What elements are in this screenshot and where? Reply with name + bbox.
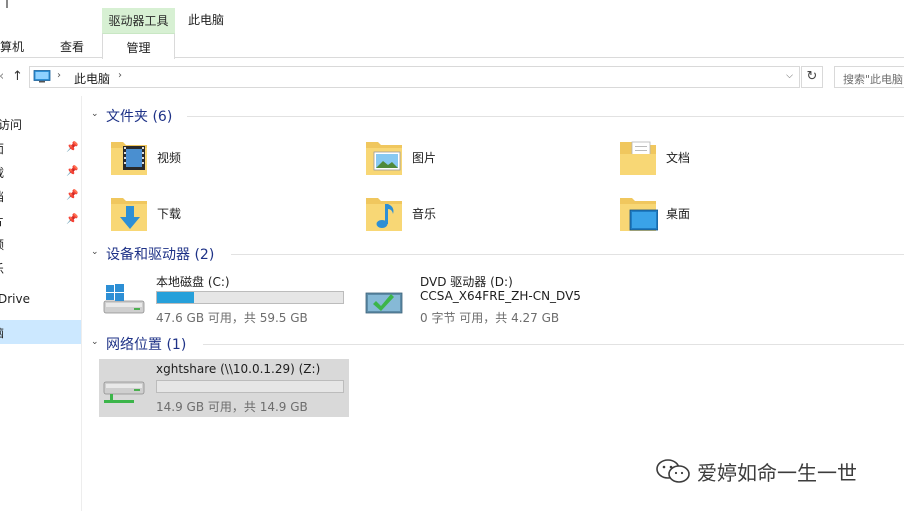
- group-title: 网络位置 (1): [106, 337, 187, 353]
- breadcrumb-separator-icon[interactable]: ›: [118, 70, 122, 81]
- pin-icon[interactable]: 📌: [66, 190, 78, 201]
- nav-item-this-pc[interactable]: 脑: [0, 324, 4, 341]
- drive-name: 本地磁盘 (C:): [156, 275, 230, 289]
- collapse-chevron-icon[interactable]: ⌄: [91, 247, 99, 257]
- up-arrow-icon[interactable]: ↑: [12, 69, 23, 84]
- title-bar: [0, 0, 904, 8]
- disk-usage-fill: [157, 292, 195, 303]
- wechat-logo-icon: [656, 459, 690, 483]
- nav-item-desktop[interactable]: 面: [0, 140, 4, 157]
- network-drive-icon: [103, 381, 145, 403]
- nav-item-music[interactable]: 乐: [0, 260, 4, 277]
- pin-icon[interactable]: 📌: [66, 166, 78, 177]
- folder-label: 桌面: [666, 207, 691, 221]
- drive-tools-group: 驱动器工具: [102, 8, 175, 33]
- tab-manage-label: 管理: [126, 41, 151, 55]
- folder-label: 视频: [157, 151, 182, 165]
- folder-tile-videos[interactable]: 视频: [109, 134, 289, 182]
- breadcrumb-separator-icon[interactable]: ›: [57, 70, 61, 81]
- collapse-chevron-icon[interactable]: ⌄: [91, 337, 99, 347]
- folder-tile-music[interactable]: 音乐: [364, 190, 544, 238]
- search-placeholder: 搜索"此电脑": [843, 73, 904, 86]
- drive-free-space: 14.9 GB 可用，共 14.9 GB: [156, 400, 308, 414]
- disk-usage-bar: [156, 380, 344, 393]
- drive-name: xghtshare (\\10.0.1.29) (Z:): [156, 362, 321, 376]
- videos-folder-icon: [111, 142, 147, 175]
- tab-computer[interactable]: 计算机: [0, 38, 24, 55]
- group-header-network[interactable]: ⌄ 网络位置 (1): [91, 334, 904, 354]
- dvd-drive-icon: [365, 292, 403, 314]
- file-explorer-window: 驱动器工具 此电脑 计算机 查看 管理 ‹ ↑ › 此电脑 › ⌵ ↻ 搜索"此…: [0, 0, 904, 511]
- folder-label: 音乐: [412, 207, 437, 221]
- breadcrumb-this-pc[interactable]: 此电脑: [74, 70, 110, 87]
- disk-usage-bar: [156, 291, 344, 304]
- pin-icon[interactable]: 📌: [66, 214, 78, 225]
- group-divider: [187, 116, 904, 117]
- forward-chevron-icon[interactable]: ‹: [0, 69, 4, 84]
- folder-tile-documents[interactable]: 文档: [618, 134, 798, 182]
- folder-label: 文档: [666, 151, 691, 165]
- group-title: 文件夹 (6): [106, 109, 173, 125]
- group-divider: [203, 344, 904, 345]
- wechat-watermark: 爱婷如命一生一世: [655, 457, 857, 485]
- address-bar[interactable]: › 此电脑 › ⌵: [29, 66, 800, 88]
- nav-item-onedrive[interactable]: Drive: [0, 292, 30, 306]
- nav-selection-highlight: [0, 320, 81, 344]
- drive-tile-z[interactable]: xghtshare (\\10.0.1.29) (Z:) 14.9 GB 可用，…: [100, 362, 350, 414]
- search-input[interactable]: 搜索"此电脑": [834, 66, 904, 88]
- group-header-folders[interactable]: ⌄ 文件夹 (6): [91, 106, 904, 126]
- pictures-folder-icon: [366, 142, 402, 175]
- downloads-folder-icon: [111, 198, 147, 231]
- drive-name: DVD 驱动器 (D:): [420, 275, 513, 289]
- tab-view[interactable]: 查看: [60, 38, 84, 55]
- collapse-chevron-icon[interactable]: ⌄: [91, 109, 99, 119]
- pin-icon[interactable]: 📌: [66, 142, 78, 153]
- documents-folder-icon: [620, 141, 656, 175]
- address-dropdown-icon[interactable]: ⌵: [786, 71, 793, 81]
- window-title: 此电脑: [188, 13, 225, 27]
- drive-tile-c[interactable]: 本地磁盘 (C:) 47.6 GB 可用，共 59.5 GB: [100, 273, 350, 325]
- nav-item-videos[interactable]: 频: [0, 236, 4, 253]
- ribbon: 驱动器工具 此电脑 计算机 查看 管理: [0, 8, 904, 59]
- quick-access-toolbar[interactable]: [6, 0, 8, 8]
- this-pc-icon: [33, 70, 51, 83]
- drive-free-space: 47.6 GB 可用，共 59.5 GB: [156, 311, 308, 325]
- local-disk-icon: [103, 284, 145, 314]
- folder-label: 下载: [157, 207, 182, 221]
- folder-tile-pictures[interactable]: 图片: [364, 134, 544, 182]
- folder-tile-desktop[interactable]: 桌面: [618, 190, 798, 238]
- address-row: ‹ ↑ › 此电脑 › ⌵ ↻ 搜索"此电脑": [0, 66, 904, 88]
- music-folder-icon: [366, 198, 402, 231]
- drive-free-space: 0 字节 可用，共 4.27 GB: [420, 311, 560, 325]
- desktop-folder-icon: [620, 198, 658, 231]
- group-title: 设备和驱动器 (2): [106, 247, 215, 263]
- nav-item-pictures[interactable]: 片: [0, 212, 4, 229]
- watermark-text: 爱婷如命一生一世: [697, 461, 857, 485]
- nav-item-quick-access[interactable]: 访问: [0, 116, 22, 133]
- drive-tools-label: 驱动器工具: [108, 14, 169, 28]
- drive-tile-dvd[interactable]: DVD 驱动器 (D:) CCSA_X64FRE_ZH-CN_DV5 0 字节 …: [364, 273, 624, 325]
- nav-item-documents[interactable]: 档: [0, 188, 4, 205]
- content-pane: ⌄ 文件夹 (6) 视频 图片 文档 下载 音乐 桌面 ⌄ 设备和驱动器 (2)…: [83, 96, 904, 511]
- group-header-devices[interactable]: ⌄ 设备和驱动器 (2): [91, 244, 904, 264]
- folder-tile-downloads[interactable]: 下载: [109, 190, 289, 238]
- refresh-button[interactable]: ↻: [801, 66, 823, 88]
- tab-manage[interactable]: 管理: [102, 33, 175, 59]
- group-divider: [231, 254, 904, 255]
- disc-label: CCSA_X64FRE_ZH-CN_DV5: [420, 289, 581, 303]
- navigation-pane: 访问 面 📌 载 📌 档 📌 片 📌 频 乐 Drive 脑: [0, 96, 82, 511]
- folder-label: 图片: [412, 151, 437, 165]
- nav-item-downloads[interactable]: 载: [0, 164, 4, 181]
